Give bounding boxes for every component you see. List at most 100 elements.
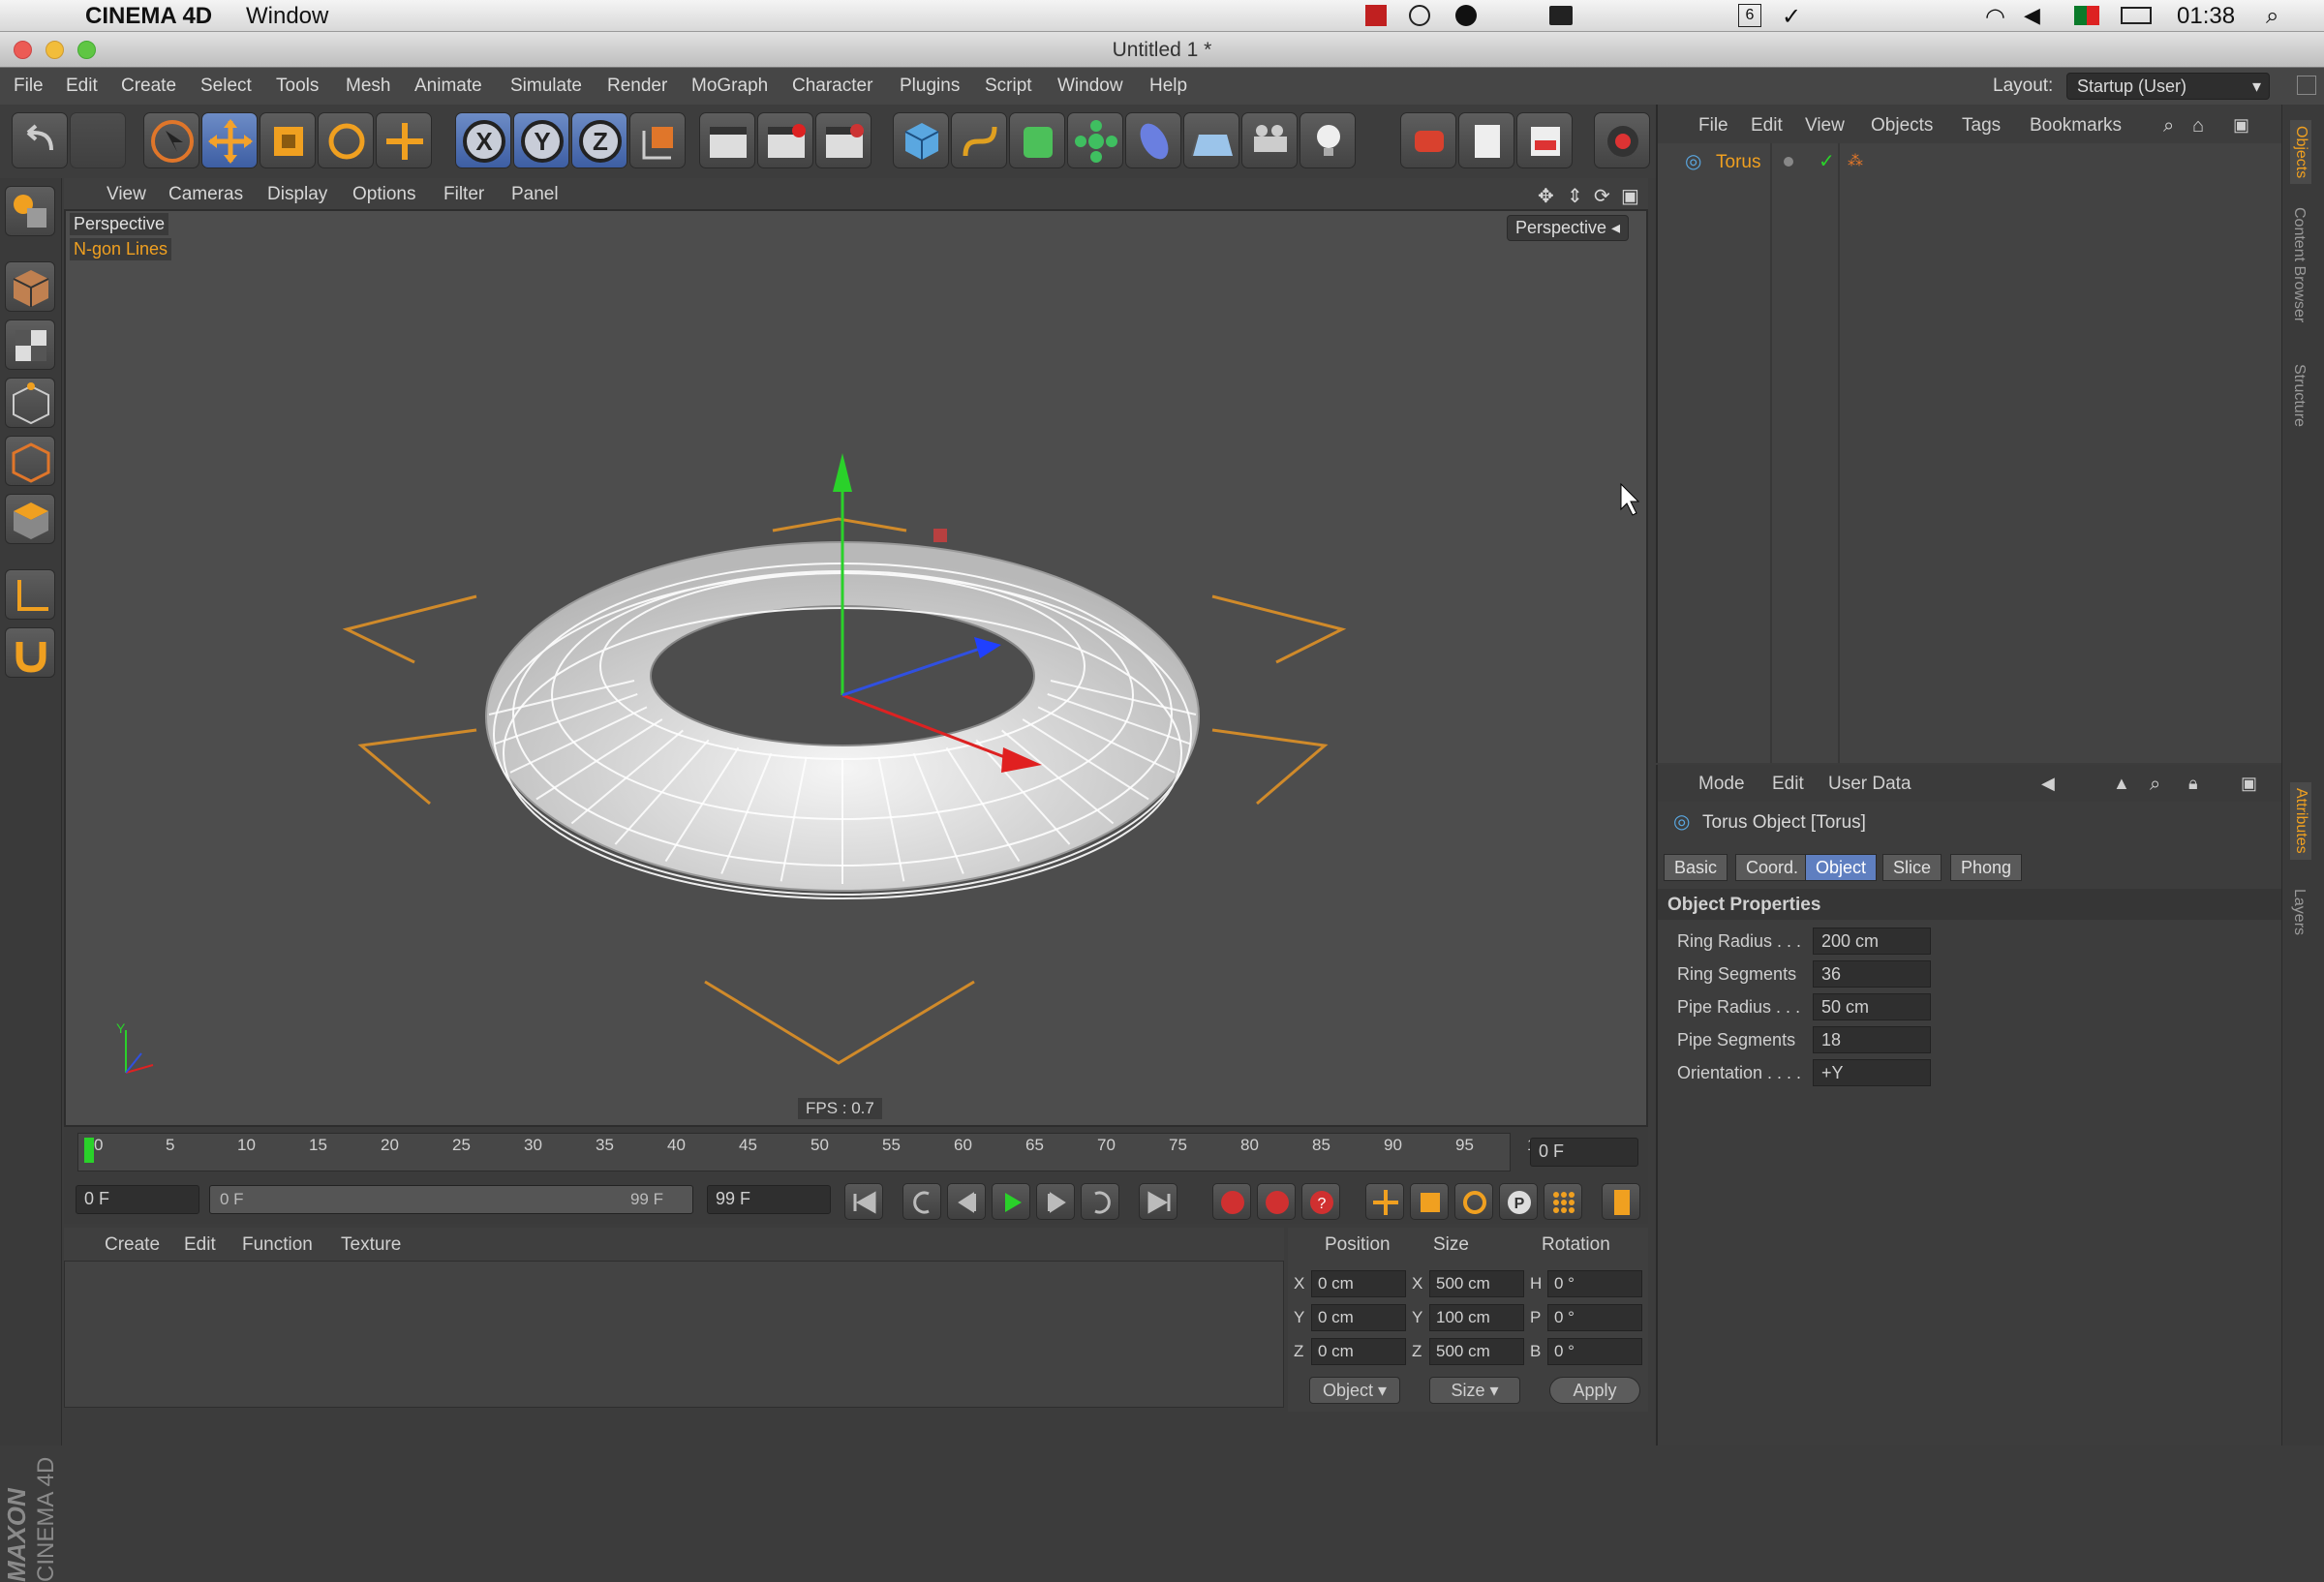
document-icon[interactable] xyxy=(1458,112,1514,168)
obj-menu-tags[interactable]: Tags xyxy=(1962,115,2001,137)
end-frame-field[interactable]: 99 F xyxy=(707,1185,831,1214)
vp-menu-view[interactable]: View xyxy=(107,184,146,205)
position-field[interactable]: 0 cm xyxy=(1311,1270,1406,1297)
status-icon[interactable] xyxy=(1365,5,1387,26)
timeline-ruler[interactable]: 051015202530354045505560657075808590951 … xyxy=(64,1127,1648,1177)
model-mode-icon[interactable] xyxy=(5,261,55,312)
tab-phong[interactable]: Phong xyxy=(1950,854,2023,881)
record-keys-icon[interactable] xyxy=(1212,1183,1251,1220)
attr-menu-mode[interactable]: Mode xyxy=(1698,774,1745,795)
volume-icon[interactable]: ◀ xyxy=(2024,3,2040,28)
menu-create[interactable]: Create xyxy=(121,76,176,97)
menu-edit[interactable]: Edit xyxy=(66,76,98,97)
side-tab-objects[interactable]: Objects xyxy=(2290,120,2311,185)
menu-tools[interactable]: Tools xyxy=(276,76,319,97)
close-button[interactable] xyxy=(14,41,32,59)
rotation-key-icon[interactable] xyxy=(1454,1183,1493,1220)
prop-value-field[interactable]: +Y xyxy=(1813,1059,1931,1086)
playhead[interactable] xyxy=(84,1138,94,1163)
size-field[interactable]: 500 cm xyxy=(1429,1338,1524,1365)
live-select-icon[interactable] xyxy=(143,112,199,168)
enabled-check-icon[interactable]: ✓ xyxy=(1819,149,1835,173)
minimize-button[interactable] xyxy=(46,41,64,59)
obj-menu-view[interactable]: View xyxy=(1805,115,1845,137)
obj-menu-bookmarks[interactable]: Bookmarks xyxy=(2030,115,2122,137)
camera-icon[interactable] xyxy=(1241,112,1298,168)
mat-menu-edit[interactable]: Edit xyxy=(184,1234,216,1256)
make-editable-icon[interactable] xyxy=(5,186,55,236)
lock-icon[interactable]: 🔒︎ xyxy=(2188,774,2198,794)
calendar-icon[interactable]: 6 xyxy=(1738,4,1761,27)
object-name[interactable]: Torus xyxy=(1716,152,1760,173)
axis-mode-icon[interactable] xyxy=(5,569,55,620)
coord-size-dropdown[interactable]: Size ▾ xyxy=(1429,1377,1520,1404)
next-frame-icon[interactable] xyxy=(1036,1183,1075,1220)
z-axis-icon[interactable]: Z xyxy=(571,112,627,168)
mat-menu-function[interactable]: Function xyxy=(242,1234,313,1256)
side-tab-content-browser[interactable]: Content Browser xyxy=(2290,207,2308,322)
rotation-field[interactable]: 0 ° xyxy=(1547,1338,1642,1365)
prop-value-field[interactable]: 36 xyxy=(1813,960,1931,988)
y-axis-icon[interactable]: Y xyxy=(513,112,569,168)
previous-frame-icon[interactable] xyxy=(947,1183,986,1220)
object-row-torus[interactable]: ◎ Torus ✓ ⁂ xyxy=(1658,147,2283,176)
rotation-field[interactable]: 0 ° xyxy=(1547,1270,1642,1297)
menu-mesh[interactable]: Mesh xyxy=(346,76,390,97)
attr-menu-userdata[interactable]: User Data xyxy=(1828,774,1911,795)
zoom-view-icon[interactable]: ⇕ xyxy=(1567,184,1583,208)
add-icon[interactable] xyxy=(376,112,432,168)
tab-object[interactable]: Object xyxy=(1805,854,1878,881)
record-icon[interactable] xyxy=(1455,5,1477,26)
render-settings-icon[interactable] xyxy=(815,112,872,168)
side-tab-attributes[interactable]: Attributes xyxy=(2290,782,2311,860)
wifi-icon[interactable]: ◠ xyxy=(1985,3,2005,31)
xz-plane-handle[interactable] xyxy=(933,529,947,542)
menu-plugins[interactable]: Plugins xyxy=(900,76,960,97)
x-axis-icon[interactable]: X xyxy=(455,112,511,168)
previous-key-icon[interactable] xyxy=(902,1183,941,1220)
fullscreen-icon[interactable] xyxy=(2297,76,2316,95)
autokey-icon[interactable] xyxy=(1257,1183,1296,1220)
material-icon[interactable] xyxy=(1400,112,1456,168)
layout-dropdown[interactable]: Startup (User) ▾ xyxy=(2066,73,2270,100)
menu-animate[interactable]: Animate xyxy=(414,76,482,97)
tab-basic[interactable]: Basic xyxy=(1664,854,1728,881)
python-icon[interactable] xyxy=(1594,112,1650,168)
light-icon[interactable] xyxy=(1300,112,1356,168)
menu-simulate[interactable]: Simulate xyxy=(510,76,582,97)
tab-coord[interactable]: Coord. xyxy=(1735,854,1810,881)
up-arrow-icon[interactable]: ▲ xyxy=(2113,774,2130,794)
menu-help[interactable]: Help xyxy=(1149,76,1187,97)
toggle-view-icon[interactable]: ▣ xyxy=(1621,184,1639,208)
side-tab-layers[interactable]: Layers xyxy=(2290,889,2308,935)
window-menu[interactable]: Window xyxy=(246,3,328,30)
rotation-field[interactable]: 0 ° xyxy=(1547,1304,1642,1331)
menu-mograph[interactable]: MoGraph xyxy=(691,76,768,97)
folder-icon[interactable] xyxy=(1549,6,1573,25)
spotlight-icon[interactable]: ⌕ xyxy=(2266,3,2278,30)
position-field[interactable]: 0 cm xyxy=(1311,1304,1406,1331)
material-manager[interactable] xyxy=(64,1261,1284,1408)
menu-render[interactable]: Render xyxy=(607,76,667,97)
prop-value-field[interactable]: 18 xyxy=(1813,1026,1931,1053)
go-to-end-icon[interactable] xyxy=(1139,1183,1177,1220)
rotate-view-icon[interactable]: ⟳ xyxy=(1594,184,1610,208)
mat-menu-create[interactable]: Create xyxy=(105,1234,160,1256)
expand-icon[interactable]: ▣ xyxy=(2233,115,2249,136)
obj-menu-edit[interactable]: Edit xyxy=(1751,115,1783,137)
position-field[interactable]: 0 cm xyxy=(1311,1338,1406,1365)
y-axis-handle[interactable] xyxy=(833,453,852,492)
points-mode-icon[interactable] xyxy=(5,378,55,428)
search-icon[interactable]: ⌕ xyxy=(2163,115,2174,137)
size-field[interactable]: 500 cm xyxy=(1429,1270,1524,1297)
redo-icon[interactable] xyxy=(70,112,126,168)
parameter-key-icon[interactable]: P xyxy=(1499,1183,1538,1220)
play-icon[interactable] xyxy=(992,1183,1030,1220)
start-frame-field[interactable]: 0 F xyxy=(76,1185,199,1214)
move-view-icon[interactable]: ✥ xyxy=(1538,184,1554,208)
move-icon[interactable] xyxy=(201,112,258,168)
check-icon[interactable]: ✓ xyxy=(1782,3,1801,31)
zoom-button[interactable] xyxy=(77,41,96,59)
spline-icon[interactable] xyxy=(951,112,1007,168)
menu-window[interactable]: Window xyxy=(1057,76,1123,97)
